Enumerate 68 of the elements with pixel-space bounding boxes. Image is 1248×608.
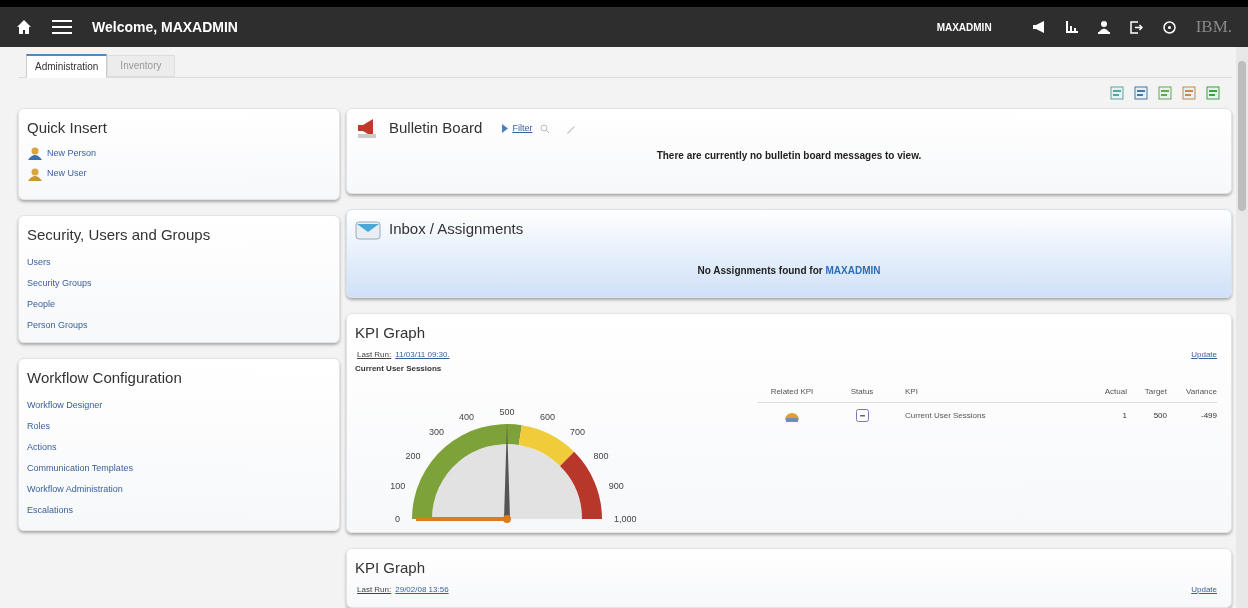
gauge-tick-label: 500	[499, 407, 515, 417]
nav-link[interactable]: Users	[27, 255, 331, 268]
status-icon	[855, 409, 869, 422]
portlet-title: Workflow Configuration	[27, 368, 183, 389]
expand-arrow-icon[interactable]	[502, 124, 509, 134]
help-icon[interactable]	[1162, 20, 1176, 34]
table-cell-text: Current User Sessions	[904, 409, 987, 422]
filter-link[interactable]: Filter	[512, 121, 533, 136]
nav-link[interactable]: Person Groups	[27, 318, 331, 331]
column-header: Target	[1143, 386, 1167, 398]
welcome-title: Welcome, MAXADMIN	[92, 17, 238, 37]
gauge-tick-label: 800	[593, 451, 609, 462]
table-cell-text: 1	[1121, 409, 1127, 422]
gauge-tick-label: 100	[390, 480, 406, 491]
tab[interactable]: Administration	[26, 53, 108, 78]
user-name: MAXADMIN	[936, 20, 992, 35]
table-cell-text: 500	[1152, 409, 1167, 422]
last-run-link[interactable]: 11/03/11 09:30.	[395, 348, 450, 361]
gauge-tick-label: 700	[569, 427, 585, 438]
portlet-title: Bulletin Board	[389, 118, 483, 139]
nav-link[interactable]: Workflow Designer	[27, 398, 331, 411]
gauge-tick-label: 300	[429, 427, 445, 438]
column-header: KPI	[904, 386, 919, 398]
user-icon	[27, 167, 43, 181]
logout-icon[interactable]	[1129, 20, 1143, 34]
nav-link[interactable]: Security Groups	[27, 276, 331, 289]
last-run-label: Last Run:	[357, 583, 392, 596]
gauge-tick-label: 400	[458, 412, 474, 423]
nav-link[interactable]: People	[27, 297, 331, 310]
table-cell-text: -499	[1200, 409, 1217, 422]
portlet-title: KPI Graph	[355, 323, 427, 343]
nav-link[interactable]: Escalations	[27, 503, 331, 516]
chart-icon[interactable]	[1065, 21, 1078, 33]
megaphone-icon[interactable]	[1031, 21, 1046, 33]
home-icon[interactable]	[16, 19, 32, 35]
gauge-tick-label: 900	[608, 480, 624, 491]
empty-message: No Assignments found for MAXADMIN	[696, 263, 882, 278]
nav-link[interactable]: New User	[47, 167, 87, 181]
gauge-tick-label: 0	[395, 514, 400, 524]
portlet-title: Security, Users and Groups	[27, 225, 212, 246]
portlet-title: KPI Graph	[355, 558, 427, 578]
nav-link[interactable]: Roles	[27, 419, 331, 432]
update-link[interactable]: Update	[1191, 583, 1217, 596]
nav-link[interactable]: New Person	[47, 146, 97, 161]
update-link[interactable]: Update	[1191, 348, 1217, 361]
portlet-title: Quick Insert	[27, 118, 109, 139]
column-header: Actual	[1103, 386, 1127, 398]
person-icon[interactable]	[1097, 20, 1110, 34]
gauge-tick-label: 200	[405, 451, 421, 462]
nav-link[interactable]: Workflow Administration	[27, 482, 331, 495]
user-link[interactable]: MAXADMIN	[825, 264, 881, 276]
envelope-icon	[355, 218, 381, 241]
nav-link[interactable]: Communication Templates	[27, 461, 331, 474]
column-header: Status	[849, 386, 875, 398]
empty-message: There are currently no bulletin board messages to view.	[655, 148, 923, 163]
nav-link[interactable]: Actions	[27, 440, 331, 453]
portlet-title: Inbox / Assignments	[389, 219, 524, 240]
last-run-label: Last Run:	[357, 348, 392, 361]
gauge-title: Current User Sessions	[355, 362, 443, 375]
brand-logo: IBM.	[1195, 16, 1232, 39]
gauge-tick-label: 1,000	[614, 514, 637, 524]
column-header: Variance	[1185, 386, 1217, 398]
menu-icon[interactable]	[52, 19, 72, 35]
last-run-link[interactable]: 29/02/08 13:56	[395, 583, 449, 596]
column-header: Related KPI	[769, 386, 815, 398]
person-icon	[27, 147, 43, 161]
scrollbar[interactable]	[1236, 47, 1248, 608]
gauge-tick-label: 600	[540, 412, 556, 423]
